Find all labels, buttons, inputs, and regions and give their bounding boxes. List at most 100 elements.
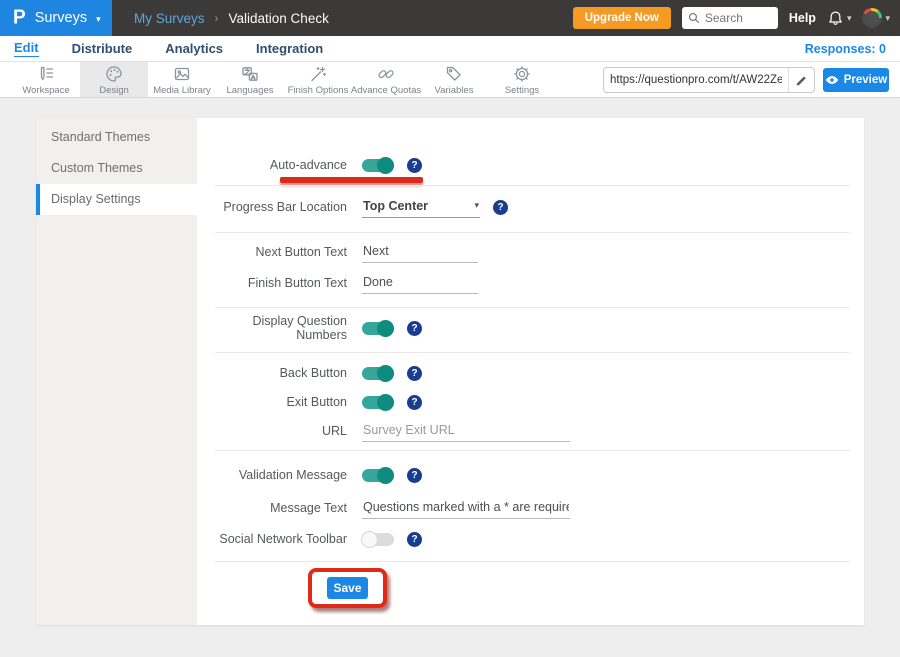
toolbar-label: Advance Quotas: [351, 85, 421, 96]
back-button-toggle[interactable]: [362, 367, 394, 380]
auto-advance-help-icon[interactable]: ?: [407, 158, 422, 173]
sidebar-item-custom-themes[interactable]: Custom Themes: [36, 153, 197, 184]
display-settings-card: Standard Themes Custom Themes Display Se…: [36, 118, 864, 625]
toolbar-label: Workspace: [22, 85, 69, 96]
divider: [215, 450, 850, 451]
toggle-knob: [377, 394, 394, 411]
divider: [215, 185, 850, 186]
sidebar-item-standard-themes[interactable]: Standard Themes: [36, 122, 197, 153]
validation-message-label: Validation Message: [215, 468, 347, 482]
social-network-toolbar-row: Social Network Toolbar ?: [215, 525, 850, 553]
chevron-down-icon: ▾: [885, 13, 890, 24]
exit-url-row: URL: [215, 417, 850, 445]
exit-button-toggle[interactable]: [362, 396, 394, 409]
breadcrumb: My Surveys › Validation Check: [134, 11, 329, 26]
toolbar-item-media-library[interactable]: Media Library: [148, 62, 216, 97]
message-text-input[interactable]: [362, 498, 570, 519]
questionpro-logo: P: [13, 6, 26, 29]
display-settings-panel: Auto-advance ? Progress Bar Location Top…: [197, 118, 864, 625]
validation-message-row: Validation Message ?: [215, 461, 850, 489]
questionpro-design-settings-screen: P Surveys ▾ My Surveys › Validation Chec…: [0, 0, 900, 657]
notifications-menu[interactable]: ▾: [827, 10, 852, 27]
save-button[interactable]: Save: [327, 577, 368, 599]
chevron-down-icon: ▾: [474, 200, 479, 211]
validation-message-toggle[interactable]: [362, 469, 394, 482]
survey-url-input[interactable]: [604, 74, 788, 86]
avatar: [862, 8, 882, 28]
divider: [215, 232, 850, 233]
finish-options-wand-icon: [308, 64, 328, 84]
toolbar-label: Design: [99, 85, 129, 96]
display-question-numbers-toggle[interactable]: [362, 322, 394, 335]
toolbar-item-advance-quotas[interactable]: Advance Quotas: [352, 62, 420, 97]
edit-url-button[interactable]: [788, 68, 814, 92]
finish-button-text-input[interactable]: [362, 273, 478, 294]
auto-advance-row: Auto-advance ?: [215, 151, 850, 179]
breadcrumb-separator-icon: ›: [215, 11, 219, 25]
progress-bar-help-icon[interactable]: ?: [493, 200, 508, 215]
social-network-toolbar-help-icon[interactable]: ?: [407, 532, 422, 547]
product-label: Surveys: [35, 10, 87, 26]
toolbar-item-variables[interactable]: Variables: [420, 62, 488, 97]
next-button-text-label: Next Button Text: [215, 245, 347, 259]
auto-advance-label: Auto-advance: [215, 158, 347, 172]
message-text-row: Message Text: [215, 494, 850, 522]
exit-button-help-icon[interactable]: ?: [407, 395, 422, 410]
toolbar-label: Settings: [505, 85, 539, 96]
divider: [215, 561, 850, 562]
help-link[interactable]: Help: [789, 11, 816, 25]
breadcrumb-my-surveys[interactable]: My Surveys: [134, 11, 205, 26]
exit-url-input[interactable]: [362, 421, 570, 442]
progress-bar-location-select[interactable]: Top Center ▾: [362, 197, 480, 218]
sidebar-item-display-settings[interactable]: Display Settings: [36, 184, 197, 215]
next-button-text-input[interactable]: [362, 242, 478, 263]
toolbar-item-languages[interactable]: Languages: [216, 62, 284, 97]
global-search[interactable]: [682, 7, 778, 29]
back-button-row: Back Button ?: [215, 359, 850, 387]
variables-tag-icon: [444, 64, 464, 84]
toolbar-label: Languages: [226, 85, 273, 96]
survey-url-box: [603, 67, 815, 93]
toggle-knob: [377, 365, 394, 382]
settings-gear-icon: [512, 64, 532, 84]
search-input[interactable]: [705, 11, 769, 25]
chevron-down-icon: ▾: [96, 14, 101, 25]
back-button-help-icon[interactable]: ?: [407, 366, 422, 381]
preview-label: Preview: [844, 74, 887, 86]
divider: [215, 352, 850, 353]
upgrade-now-button[interactable]: Upgrade Now: [573, 7, 671, 29]
bell-icon: [827, 10, 844, 27]
product-switcher[interactable]: P Surveys ▾: [0, 0, 112, 36]
design-sidebar: Standard Themes Custom Themes Display Se…: [36, 118, 197, 625]
eye-icon: [825, 75, 839, 85]
finish-button-text-label: Finish Button Text: [215, 276, 347, 290]
survey-section-nav: Edit Distribute Analytics Integration Re…: [0, 36, 900, 62]
pencil-icon: [795, 74, 808, 87]
tab-analytics[interactable]: Analytics: [165, 41, 223, 57]
workspace-icon: [36, 64, 56, 84]
tab-edit[interactable]: Edit: [14, 40, 39, 57]
account-menu[interactable]: ▾: [862, 8, 890, 28]
toolbar-item-design[interactable]: Design: [80, 62, 148, 97]
toolbar-item-workspace[interactable]: Workspace: [12, 62, 80, 97]
auto-advance-toggle[interactable]: [362, 159, 394, 172]
red-annotation-box: Save: [308, 568, 387, 608]
design-palette-icon: [104, 64, 124, 84]
validation-message-help-icon[interactable]: ?: [407, 468, 422, 483]
exit-url-label: URL: [215, 424, 347, 438]
toolbar-item-finish-options[interactable]: Finish Options: [284, 62, 352, 97]
toggle-knob: [377, 467, 394, 484]
responses-count[interactable]: Responses: 0: [805, 42, 886, 56]
display-question-numbers-help-icon[interactable]: ?: [407, 321, 422, 336]
preview-button[interactable]: Preview: [823, 68, 889, 92]
tab-distribute[interactable]: Distribute: [72, 41, 133, 57]
toolbar-item-settings[interactable]: Settings: [488, 62, 556, 97]
display-question-numbers-row: Display Question Numbers ?: [215, 314, 850, 342]
toggle-knob: [361, 531, 378, 548]
social-network-toolbar-toggle[interactable]: [362, 533, 394, 546]
chevron-down-icon: ▾: [847, 13, 852, 24]
progress-bar-location-row: Progress Bar Location Top Center ▾ ?: [215, 193, 850, 221]
tab-integration[interactable]: Integration: [256, 41, 323, 57]
back-button-label: Back Button: [215, 366, 347, 380]
social-network-toolbar-label: Social Network Toolbar: [215, 532, 347, 546]
